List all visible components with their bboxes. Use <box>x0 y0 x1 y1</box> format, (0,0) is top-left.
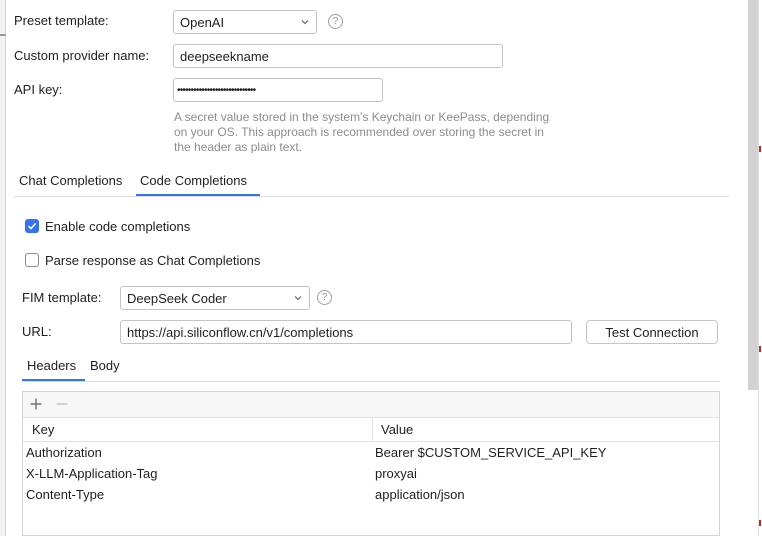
parse-response-label[interactable]: Parse response as Chat Completions <box>45 253 260 268</box>
check-icon <box>27 222 37 230</box>
tab-body[interactable]: Body <box>90 358 120 373</box>
preset-template-label: Preset template: <box>14 13 109 28</box>
api-key-password-field[interactable]: ••••••••••••••••••••••••••••• <box>173 78 383 102</box>
custom-provider-name-label: Custom provider name: <box>14 48 150 63</box>
custom-provider-name-value: deepseekname <box>180 48 269 64</box>
left-panel-marker <box>0 34 6 36</box>
row-value: proxyai <box>375 466 417 481</box>
column-header-value[interactable]: Value <box>381 422 413 437</box>
row-key: X-LLM-Application-Tag <box>26 466 158 481</box>
enable-code-completions-checkbox[interactable] <box>25 219 39 233</box>
preset-template-dropdown[interactable]: OpenAI <box>173 10 317 34</box>
table-toolbar <box>23 392 719 418</box>
table-row[interactable]: X-LLM-Application-Tag proxyai <box>23 463 719 484</box>
row-key: Content-Type <box>26 487 105 502</box>
table-row[interactable]: Authorization Bearer $CUSTOM_SERVICE_API… <box>23 442 719 463</box>
question-circle-icon[interactable]: ? <box>317 290 332 305</box>
error-stripe-mark <box>759 346 761 352</box>
preset-template-value: OpenAI <box>180 14 225 30</box>
enable-code-completions-label[interactable]: Enable code completions <box>45 219 190 234</box>
url-label: URL: <box>22 324 52 339</box>
url-value: https://api.siliconflow.cn/v1/completion… <box>127 324 354 340</box>
url-input[interactable]: https://api.siliconflow.cn/v1/completion… <box>120 320 572 344</box>
headers-table: Key Value Authorization Bearer $CUSTOM_S… <box>22 391 720 536</box>
test-connection-label: Test Connection <box>605 324 699 340</box>
chevron-down-icon <box>294 296 302 301</box>
custom-provider-name-input[interactable]: deepseekname <box>173 44 503 68</box>
tab-code-completions[interactable]: Code Completions <box>140 173 247 188</box>
api-key-hint-line-3: the header as plain text. <box>174 140 303 154</box>
right-panel-edge <box>758 0 762 536</box>
tab-headers[interactable]: Headers <box>27 358 76 373</box>
row-value: Bearer $CUSTOM_SERVICE_API_KEY <box>375 445 607 460</box>
api-key-label: API key: <box>14 82 63 97</box>
plus-icon[interactable] <box>29 397 43 411</box>
tab-separator <box>14 196 729 197</box>
row-value: application/json <box>375 487 465 502</box>
fim-template-dropdown[interactable]: DeepSeek Coder <box>120 286 310 310</box>
api-key-hint-line-1: A secret value stored in the system's Ke… <box>174 110 550 124</box>
minus-icon[interactable] <box>55 397 69 411</box>
column-header-key[interactable]: Key <box>32 422 54 437</box>
error-stripe-mark <box>759 146 761 152</box>
column-divider[interactable] <box>372 418 373 442</box>
fim-template-label: FIM template: <box>22 290 102 305</box>
api-key-masked-value: ••••••••••••••••••••••••••••• <box>177 84 256 96</box>
question-circle-icon[interactable]: ? <box>328 14 343 29</box>
table-header: Key Value <box>23 418 719 442</box>
fim-template-value: DeepSeek Coder <box>127 290 227 306</box>
left-panel-edge <box>0 0 6 536</box>
chevron-down-icon <box>301 20 309 25</box>
table-row[interactable]: Content-Type application/json <box>23 484 719 505</box>
row-key: Authorization <box>26 445 102 460</box>
subtab-separator <box>22 381 720 382</box>
test-connection-button[interactable]: Test Connection <box>586 320 718 344</box>
vertical-scrollbar[interactable] <box>748 0 758 390</box>
tab-chat-completions[interactable]: Chat Completions <box>19 173 122 188</box>
error-stripe-mark <box>759 520 761 526</box>
api-key-hint-line-2: on your OS. This approach is recommended… <box>174 125 544 139</box>
parse-response-checkbox[interactable] <box>25 253 39 267</box>
